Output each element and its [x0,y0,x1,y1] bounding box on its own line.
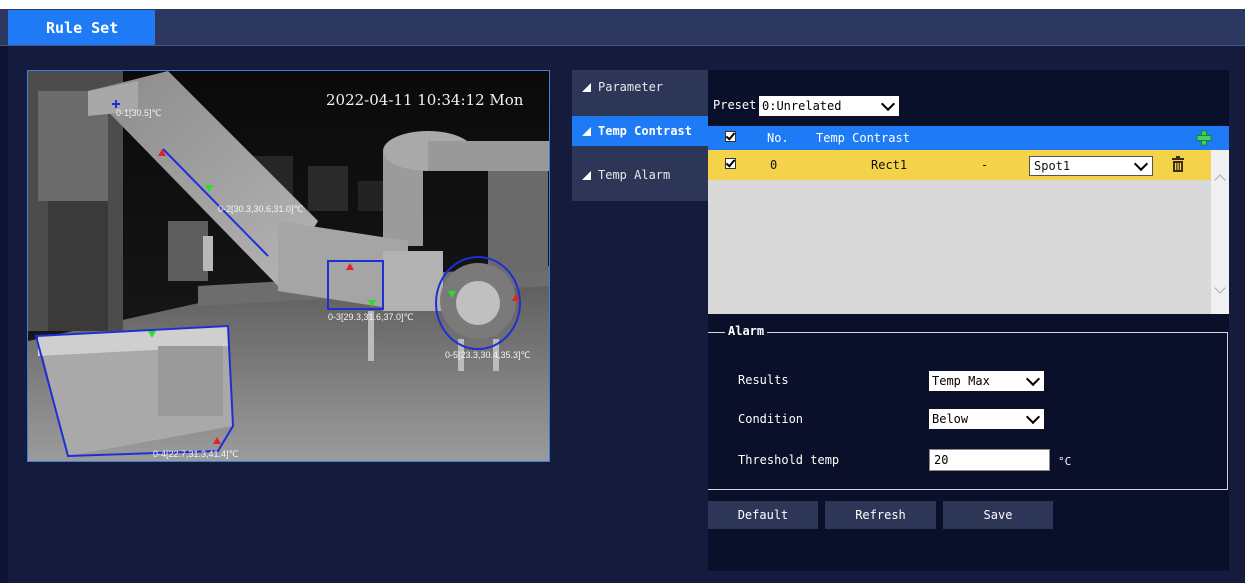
marker-label: 0-1[30.5]℃ [116,108,162,118]
row-relation: - [981,158,989,172]
nav-item-label: Temp Contrast [598,124,692,138]
tab-rule-set[interactable]: Rule Set [8,10,155,45]
marker-label: 0-2[30.3,30.6,31.0]℃ [218,204,304,214]
row-no: 0 [770,158,778,172]
nav-item-temp-alarm[interactable]: Temp Alarm [572,160,708,190]
temp-contrast-panel: Preset 0:Unrelated No. Temp Contrast 0 R… [708,70,1229,571]
row-rule-a: Rect1 [871,158,908,172]
table-row[interactable]: 0 Rect1 - Spot1 [708,150,1211,180]
list-scrollbar[interactable] [1211,150,1229,314]
column-no: No. [767,131,789,145]
alarm-title: Alarm [725,324,768,338]
marker-label: 0-5[23.3,30.4,35.3]℃ [445,350,531,360]
alarm-fieldset: Alarm Results Temp Max Condition Below T… [708,324,1228,490]
marker-label: 0-4[22.7,31.3,41.4]℃ [153,449,239,459]
rule-b-select[interactable]: Spot1 [1029,156,1153,176]
save-button[interactable]: Save [943,501,1053,529]
column-temp-contrast: Temp Contrast [816,131,910,145]
results-label: Results [738,373,789,387]
triangle-icon [582,170,591,180]
rule-sidenav: Parameter Temp Contrast Temp Alarm [572,70,708,201]
triangle-icon [582,82,591,92]
preset-select[interactable]: 0:Unrelated [759,96,899,116]
chevron-down-icon [1133,156,1149,171]
chevron-down-icon [1025,409,1041,424]
contrast-list-body [708,180,1211,314]
nav-item-label: Temp Alarm [598,168,671,182]
condition-value: Below [932,412,969,426]
rule-b-value: Spot1 [1034,159,1071,173]
nav-item-label: Parameter [598,80,664,94]
default-button[interactable]: Default [708,501,818,529]
chevron-down-icon [1025,371,1041,386]
condition-select[interactable]: Below [929,409,1044,429]
add-icon[interactable] [1196,130,1212,146]
results-value: Temp Max [932,374,990,388]
condition-label: Condition [738,412,804,426]
results-select[interactable]: Temp Max [929,371,1044,391]
top-strip [0,0,1245,9]
preset-value: 0:Unrelated [762,99,842,113]
timestamp-overlay: 2022-04-11 10:34:12 Mon [326,91,524,109]
thermal-image [28,71,549,461]
scroll-down-icon[interactable] [1214,282,1226,294]
threshold-unit: °C [1058,455,1072,468]
select-all-checkbox[interactable] [725,131,736,142]
header-bar [0,9,1245,46]
chevron-down-icon [880,96,896,111]
refresh-button[interactable]: Refresh [825,501,936,529]
thermal-view[interactable]: 2022-04-11 10:34:12 Mon 0-1[30.5]℃ 0-2[3… [27,70,550,462]
threshold-input[interactable]: 20 [929,449,1050,471]
nav-item-parameter[interactable]: Parameter [572,72,708,102]
nav-item-temp-contrast[interactable]: Temp Contrast [572,116,708,146]
threshold-value: 20 [934,453,949,467]
marker-label: 0-3[29.3,31.6,37.0]℃ [328,312,414,322]
trash-icon[interactable] [1171,155,1185,173]
threshold-label: Threshold temp [738,453,840,467]
scroll-up-icon[interactable] [1214,174,1226,186]
row-checkbox[interactable] [725,158,736,169]
contrast-table-header: No. Temp Contrast [708,126,1229,150]
triangle-icon [582,126,591,136]
preset-label: Preset [713,98,757,112]
